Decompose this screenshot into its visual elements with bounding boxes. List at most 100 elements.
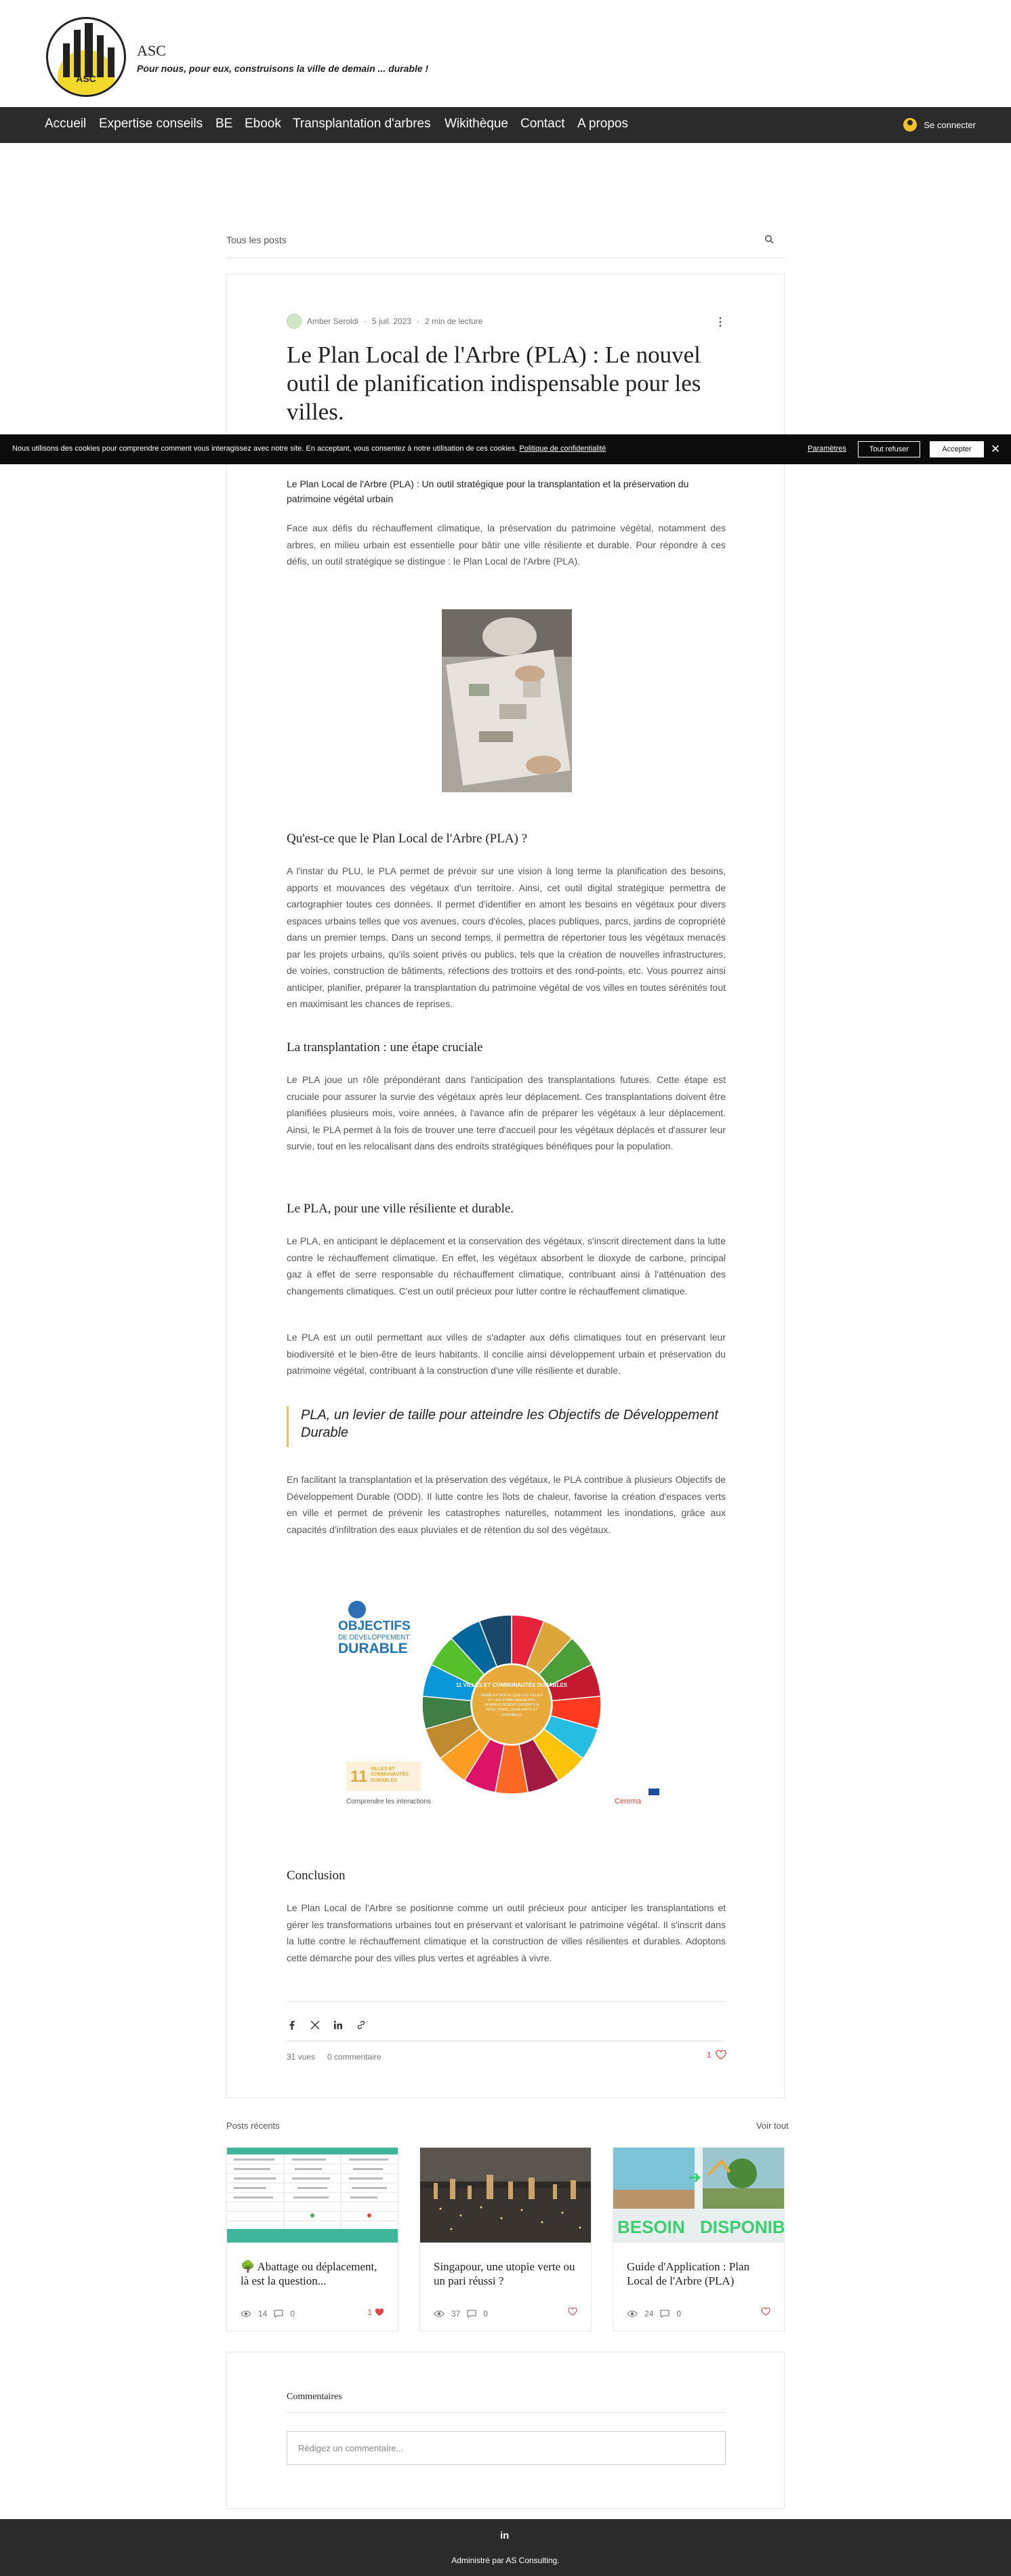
post-card: Amber Seroldi · 5 juil. 2023 · 2 min de … <box>226 274 785 2098</box>
author-name[interactable]: Amber Seroldi <box>307 316 358 326</box>
post-stats: 31 vues 0 commentaire <box>287 2052 381 2062</box>
site-tagline: Pour nous, pour eux, construisons la vil… <box>137 63 429 74</box>
post-title: Le Plan Local de l'Arbre (PLA) : Le nouv… <box>287 342 701 425</box>
recent-post-like[interactable]: 1 <box>367 2308 384 2317</box>
cookie-text: Nous utilisons des cookies pour comprend… <box>12 445 606 453</box>
recent-post-comments: 0 <box>483 2309 489 2318</box>
logo-text: ASC <box>76 73 96 84</box>
nav-item-ebook[interactable]: Ebook <box>245 117 281 131</box>
x-icon[interactable] <box>310 2020 321 2030</box>
footer-text: Administré par AS Consulting. <box>451 2556 560 2565</box>
cookie-settings-link[interactable]: Paramètres <box>808 445 846 453</box>
like-button[interactable]: 1 <box>707 2050 726 2060</box>
recent-post-title[interactable]: Singapour, une utopie verte ou un pari r… <box>434 2260 579 2289</box>
table-thumbnail-image <box>227 2148 398 2243</box>
guide-thumbnail-image: BESOIN DISPONIBLE <box>613 2148 784 2243</box>
meta-separator: · <box>364 316 367 326</box>
divider <box>287 2001 726 2002</box>
facebook-icon[interactable] <box>287 2020 297 2030</box>
heart-filled-icon <box>375 2308 384 2316</box>
recent-post-comments: 0 <box>290 2309 295 2318</box>
comments-title: Commentaires <box>287 2392 342 2402</box>
all-posts-link[interactable]: Tous les posts <box>226 234 287 245</box>
login-button[interactable]: Se connecter <box>903 118 976 131</box>
logo-building <box>85 23 93 77</box>
recent-post-card[interactable]: BESOIN DISPONIBLE Guide d'Application : … <box>613 2147 785 2331</box>
more-options-icon[interactable]: ⋮ <box>715 315 726 329</box>
paragraph-resilient-1: Le PLA, en anticipant le déplacement et … <box>287 1235 726 1296</box>
comment-input[interactable] <box>287 2431 726 2465</box>
heart-icon <box>716 2050 726 2060</box>
privacy-policy-link[interactable]: Politique de confidentialité <box>519 445 606 453</box>
nav-item-expertise-conseils[interactable]: Expertise conseils <box>99 117 203 131</box>
comment-icon <box>467 2310 476 2318</box>
main-nav: Accueil Expertise conseils BE Ebook Tran… <box>0 107 1011 143</box>
recent-post-views: 14 <box>258 2309 268 2318</box>
site-header: ASC ASC Pour nous, pour eux, construison… <box>0 0 1011 107</box>
close-icon[interactable]: ✕ <box>991 443 1000 456</box>
un-emblem-icon <box>348 1601 366 1618</box>
cerema-logo: Cerema <box>615 1797 642 1805</box>
refuse-all-button[interactable]: Tout refuser <box>858 441 920 457</box>
post-photo-image <box>442 609 572 792</box>
search-icon[interactable] <box>764 234 774 244</box>
thumb-label-left: BESOIN <box>617 2217 685 2237</box>
recent-post-thumbnail: BESOIN DISPONIBLE <box>613 2148 784 2243</box>
post-date: 5 juil. 2023 <box>372 316 412 326</box>
site-logo[interactable]: ASC <box>46 17 126 97</box>
heart-icon <box>568 2308 577 2316</box>
recent-post-card[interactable]: 🌳 Abattage ou déplacement, là est la que… <box>226 2147 398 2331</box>
link-icon[interactable] <box>356 2020 367 2030</box>
paragraph-odd: En facilitant la transplantation et la p… <box>287 1474 726 1535</box>
recent-post-thumbnail <box>420 2148 591 2243</box>
recent-post-title[interactable]: Guide d'Application : Plan Local de l'Ar… <box>627 2260 772 2289</box>
comment-icon <box>274 2310 283 2318</box>
sdg-title-3: DURABLE <box>338 1641 408 1656</box>
logo-band <box>48 84 124 95</box>
flag-icon <box>648 1788 659 1795</box>
author-avatar[interactable] <box>287 314 302 329</box>
nav-item-contact[interactable]: Contact <box>520 117 564 131</box>
site-footer: in Administré par AS Consulting. <box>0 2519 1011 2576</box>
author-row: Amber Seroldi · 5 juil. 2023 · 2 min de … <box>287 314 482 329</box>
comments-count[interactable]: 0 commentaire <box>327 2052 381 2062</box>
nav-item-be[interactable]: BE <box>215 117 232 131</box>
views-count: 31 vues <box>287 2052 316 2062</box>
nav-item-wikitheque[interactable]: Wikithèque <box>445 117 508 131</box>
recent-post-stats: 24 0 <box>627 2309 681 2318</box>
recent-posts-title: Posts récents <box>226 2121 280 2131</box>
login-label: Se connecter <box>924 119 976 130</box>
recent-post-stats: 14 0 <box>241 2309 295 2318</box>
sdg-center-subtext: FAIRE EN SORTE QUE LES VILLES ET LES ÉTA… <box>480 1694 543 1717</box>
meta-separator: · <box>417 316 420 326</box>
recent-post-likes: 1 <box>367 2308 372 2317</box>
recent-post-title[interactable]: 🌳 Abattage ou déplacement, là est la que… <box>241 2260 386 2289</box>
sdg-caption: Comprendre les interactions <box>346 1798 431 1805</box>
heading-resilient-city: Le PLA, pour une ville résiliente et dur… <box>287 1202 514 1216</box>
cookie-banner: Nous utilisons des cookies pour comprend… <box>0 434 1011 464</box>
sdg-badge-text-box: VILLES ET COMMUNAUTÉS DURABLES <box>371 1767 409 1783</box>
recent-post-views: 37 <box>451 2309 461 2318</box>
see-all-link[interactable]: Voir tout <box>756 2121 789 2131</box>
nav-item-accueil[interactable]: Accueil <box>45 117 86 131</box>
nav-item-a-propos[interactable]: A propos <box>577 117 628 131</box>
paragraph-conclusion: Le Plan Local de l'Arbre se positionne c… <box>287 1902 726 1963</box>
post-intro: Face aux défis du réchauffement climatiq… <box>287 523 726 567</box>
share-row <box>287 2020 367 2030</box>
nav-item-transplantation[interactable]: Transplantation d'arbres <box>293 117 431 131</box>
thumb-label-right: DISPONIBLE <box>700 2217 784 2237</box>
logo-building <box>74 30 81 77</box>
post-lead: Le Plan Local de l'Arbre (PLA) : Un outi… <box>287 478 689 505</box>
divider <box>287 2412 726 2413</box>
sdg-center-label: 11 VILLES ET COMMUNAUTÉS DURABLES <box>456 1682 568 1688</box>
recent-post-like[interactable] <box>568 2308 577 2316</box>
recent-post-card[interactable]: Singapour, une utopie verte ou un pari r… <box>419 2147 592 2331</box>
like-count: 1 <box>707 2050 711 2060</box>
accept-button[interactable]: Accepter <box>930 441 984 457</box>
linkedin-icon[interactable] <box>333 2020 344 2030</box>
recent-post-views: 24 <box>644 2309 654 2318</box>
recent-post-like[interactable] <box>761 2308 770 2316</box>
linkedin-icon[interactable]: in <box>500 2530 509 2541</box>
site-name[interactable]: ASC <box>137 42 166 60</box>
paragraph-transplantation: Le PLA joue un rôle prépondérant dans l'… <box>287 1074 726 1151</box>
